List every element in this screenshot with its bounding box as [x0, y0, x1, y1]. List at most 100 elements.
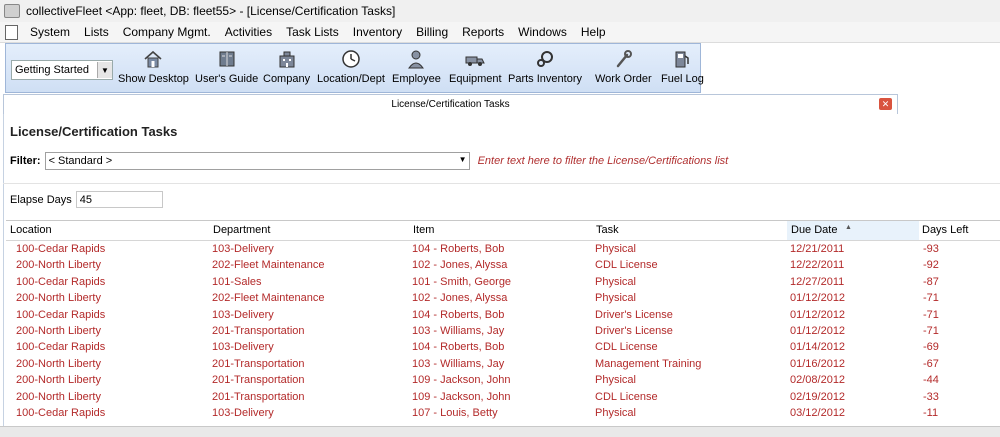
users-guide-button[interactable]: User's Guide: [195, 48, 258, 90]
filter-select[interactable]: < Standard > ▼: [44, 152, 470, 170]
col-due-date-label: Due Date: [791, 224, 838, 236]
cell-task: Physical: [595, 374, 636, 387]
table-row[interactable]: 100-Cedar Rapids 101-Sales 101 - Smith, Ge…: [6, 274, 1000, 290]
col-department[interactable]: Department: [209, 221, 410, 240]
document-icon[interactable]: [5, 24, 18, 40]
cell-department: 103-Delivery: [212, 406, 274, 419]
filter-text-input[interactable]: Enter text here to filter the License/Ce…: [478, 155, 729, 167]
cell-location: 200-North Liberty: [16, 357, 101, 370]
fuel-log-label: Fuel Log: [661, 73, 704, 85]
cell-item: 104 - Roberts, Bob: [412, 341, 505, 354]
cell-due-date: 12/27/2011: [790, 275, 845, 288]
cell-due-date: 02/08/2012: [790, 374, 846, 387]
cell-item: 104 - Roberts, Bob: [412, 308, 505, 321]
menu-help[interactable]: Help: [574, 22, 613, 42]
chevron-down-icon[interactable]: ▼: [97, 62, 112, 78]
show-desktop-button[interactable]: Show Desktop: [118, 48, 189, 90]
work-order-label: Work Order: [595, 73, 652, 85]
location-dept-button[interactable]: Location/Dept: [317, 48, 385, 90]
close-icon[interactable]: ✕: [879, 98, 892, 110]
menu-billing[interactable]: Billing: [409, 22, 455, 42]
menu-windows[interactable]: Windows: [511, 22, 574, 42]
cell-task: CDL License: [595, 390, 658, 403]
table-row[interactable]: 100-Cedar Rapids 103-Delivery 107 - Louis,…: [6, 405, 1000, 421]
cell-task: Physical: [595, 292, 636, 305]
house-icon: [142, 48, 164, 70]
sort-ascending-icon: ▲: [845, 224, 852, 231]
cell-location: 100-Cedar Rapids: [16, 341, 106, 354]
cell-item: 103 - Williams, Jay: [412, 324, 505, 337]
cell-item: 109 - Jackson, John: [412, 374, 511, 387]
cell-days-left: -69: [923, 341, 939, 354]
table-row[interactable]: 100-Cedar Rapids 103-Delivery 104 - Robert…: [6, 307, 1000, 323]
wrench-icon: [612, 48, 634, 70]
cell-due-date: 01/12/2012: [790, 324, 846, 337]
cell-item: 102 - Jones, Alyssa: [412, 292, 508, 305]
cell-due-date: 02/19/2012: [790, 390, 846, 403]
elapse-days-label: Elapse Days: [10, 193, 72, 206]
cell-task: Physical: [595, 275, 636, 288]
col-due-date[interactable]: Due Date ▲: [787, 221, 919, 240]
work-order-button[interactable]: Work Order: [595, 48, 652, 90]
filter-select-value: < Standard >: [48, 155, 113, 167]
cell-department: 201-Transportation: [212, 390, 305, 403]
elapse-days-input[interactable]: 45: [75, 191, 163, 208]
table-row[interactable]: 100-Cedar Rapids 103-Delivery 104 - Robert…: [6, 339, 1000, 355]
document-tab: License/Certification Tasks ✕: [3, 94, 898, 115]
parts-inventory-label: Parts Inventory: [508, 73, 582, 85]
cell-location: 100-Cedar Rapids: [16, 275, 106, 288]
table-row[interactable]: 200-North Liberty 201-Transportation 103 -…: [6, 356, 1000, 372]
table-row[interactable]: 200-North Liberty 202-Fleet Maintenance 10…: [6, 290, 1000, 306]
tasks-table: Location Department Item Task Due Date ▲ …: [6, 220, 1000, 427]
employee-button[interactable]: Employee: [392, 48, 441, 90]
col-task[interactable]: Task: [592, 221, 788, 240]
cell-department: 202-Fleet Maintenance: [212, 292, 325, 305]
document-tab-title: License/Certification Tasks: [391, 99, 510, 110]
book-icon: [216, 48, 238, 70]
cell-location: 100-Cedar Rapids: [16, 243, 106, 255]
getting-started-select[interactable]: Getting Started ▼: [11, 60, 113, 80]
company-label: Company: [263, 73, 311, 85]
show-desktop-label: Show Desktop: [118, 73, 189, 85]
gears-icon: [534, 48, 556, 70]
cell-due-date: 03/12/2012: [790, 406, 846, 419]
menu-lists[interactable]: Lists: [77, 22, 116, 42]
chevron-down-icon[interactable]: ▼: [459, 155, 467, 164]
company-button[interactable]: Company: [263, 48, 310, 90]
divider: [3, 183, 1000, 184]
status-bar: [0, 426, 1000, 437]
cell-days-left: -33: [923, 390, 939, 403]
app-icon: [4, 4, 20, 18]
table-row[interactable]: 200-North Liberty 201-Transportation 109 -…: [6, 372, 1000, 388]
table-row[interactable]: 200-North Liberty 201-Transportation 103 -…: [6, 323, 1000, 339]
cell-task: Physical: [595, 406, 636, 419]
truck-icon: [464, 48, 486, 70]
cell-due-date: 01/16/2012: [790, 357, 846, 370]
cell-due-date: 12/22/2011: [790, 259, 845, 272]
parts-inventory-button[interactable]: Parts Inventory: [508, 48, 582, 90]
col-location[interactable]: Location: [6, 221, 210, 240]
menu-reports[interactable]: Reports: [455, 22, 511, 42]
cell-days-left: -44: [923, 374, 939, 387]
equipment-button[interactable]: Equipment: [449, 48, 502, 90]
cell-task: CDL License: [595, 341, 658, 354]
fuel-pump-icon: [671, 48, 693, 70]
table-row[interactable]: 100-Cedar Rapids 103-Delivery 104 - Robert…: [6, 241, 1000, 257]
employee-label: Employee: [392, 73, 441, 85]
fuel-log-button[interactable]: Fuel Log: [661, 48, 704, 90]
menu-system[interactable]: System: [23, 22, 77, 42]
cell-item: 109 - Jackson, John: [412, 390, 511, 403]
table-row[interactable]: 200-North Liberty 202-Fleet Maintenance 10…: [6, 257, 1000, 273]
table-row[interactable]: 200-North Liberty 201-Transportation 109 -…: [6, 389, 1000, 405]
col-days-left[interactable]: Days Left: [918, 221, 1000, 240]
menu-company-mgmt[interactable]: Company Mgmt.: [116, 22, 218, 42]
menu-task-lists[interactable]: Task Lists: [279, 22, 346, 42]
cell-days-left: -71: [923, 308, 939, 321]
filter-row: Filter: < Standard > ▼ Enter text here t…: [10, 152, 728, 170]
cell-item: 104 - Roberts, Bob: [412, 243, 505, 255]
equipment-label: Equipment: [449, 73, 502, 85]
menu-activities[interactable]: Activities: [218, 22, 279, 42]
menu-inventory[interactable]: Inventory: [346, 22, 409, 42]
col-item[interactable]: Item: [409, 221, 593, 240]
table-header: Location Department Item Task Due Date ▲ …: [6, 221, 1000, 241]
